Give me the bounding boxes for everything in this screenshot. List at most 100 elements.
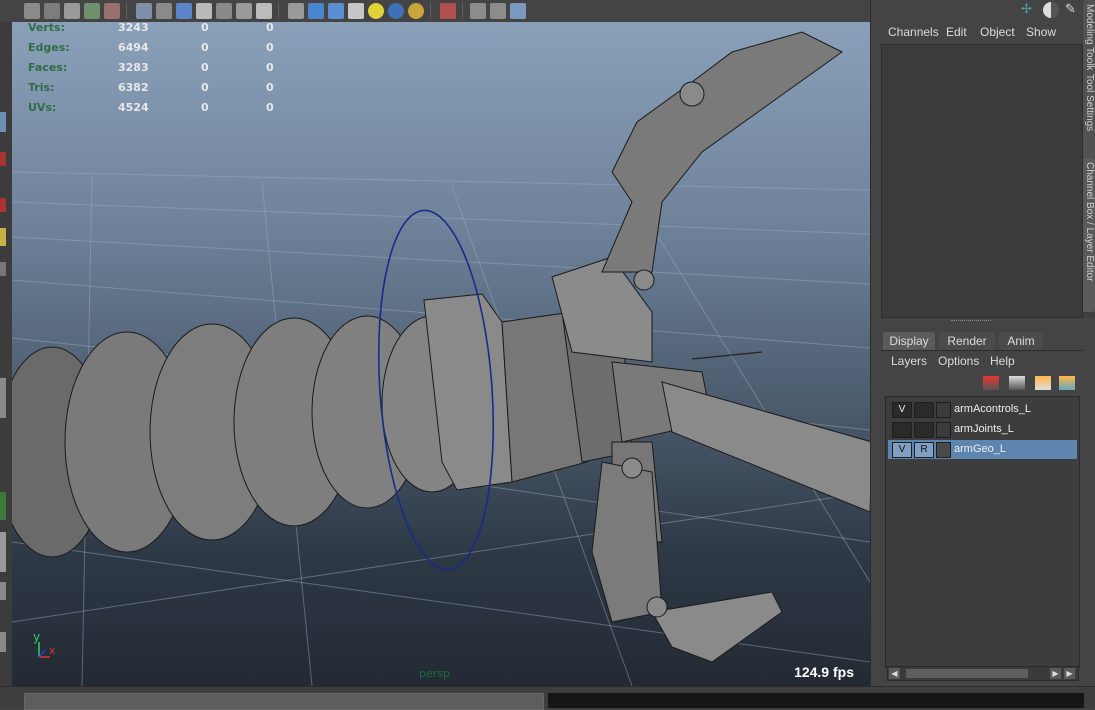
scroll-right-end-icon[interactable]: ▶ bbox=[1064, 668, 1075, 679]
isolate-select-icon[interactable] bbox=[440, 3, 456, 19]
layer-visibility-toggle[interactable]: V bbox=[892, 442, 912, 458]
xray-joints-icon[interactable] bbox=[510, 3, 526, 19]
hud-value: 0 bbox=[266, 101, 274, 114]
command-line-input[interactable] bbox=[24, 693, 544, 710]
tool-icon[interactable] bbox=[0, 112, 6, 132]
hud-label: Verts: bbox=[28, 22, 66, 34]
new-layer-selected-icon[interactable] bbox=[1059, 376, 1075, 390]
settings-icon[interactable]: ✎ bbox=[1065, 2, 1081, 18]
panel-top-icons: ✢ ✎ bbox=[1021, 2, 1081, 20]
layer-visibility-toggle[interactable] bbox=[892, 422, 912, 438]
scrollbar-thumb[interactable] bbox=[906, 669, 1028, 678]
safe-action-icon[interactable] bbox=[236, 3, 252, 19]
tool-icon[interactable] bbox=[0, 632, 6, 652]
axis-icon[interactable]: ✢ bbox=[1021, 2, 1037, 18]
hud-value: 6494 bbox=[118, 41, 149, 54]
hud-value: 0 bbox=[266, 22, 274, 34]
menu-show[interactable]: Show bbox=[1026, 25, 1056, 39]
menu-edit[interactable]: Edit bbox=[946, 25, 967, 39]
hud-label: UVs: bbox=[28, 101, 57, 114]
tool-icon[interactable] bbox=[0, 378, 6, 418]
scroll-left-icon[interactable]: ◀ bbox=[889, 668, 900, 679]
shading-icon[interactable] bbox=[1043, 2, 1059, 18]
panel-splitter[interactable] bbox=[951, 320, 991, 325]
gripper-assembly bbox=[423, 31, 870, 663]
shadows-icon[interactable] bbox=[388, 3, 404, 19]
textured-icon[interactable] bbox=[348, 3, 364, 19]
right-panel: ✢ ✎ Modeling Toolkit Tool Settings Chann… bbox=[870, 0, 1095, 686]
layer-type-toggle[interactable]: R bbox=[914, 442, 934, 458]
tab-channel-box[interactable]: Channel Box / Layer Editor bbox=[1083, 158, 1095, 312]
scroll-right-icon[interactable]: ▶ bbox=[1050, 668, 1061, 679]
layer-visibility-toggle[interactable]: V bbox=[892, 402, 912, 418]
hud-value: 0 bbox=[201, 41, 209, 54]
menu-options[interactable]: Options bbox=[938, 354, 979, 368]
film-gate-icon[interactable] bbox=[156, 3, 172, 19]
tool-icon[interactable] bbox=[0, 492, 6, 520]
hud-value: 0 bbox=[201, 61, 209, 74]
tool-icon[interactable] bbox=[0, 152, 6, 166]
axis-y-label: y bbox=[33, 630, 41, 644]
fps-readout: 124.9 fps bbox=[794, 664, 854, 680]
menu-layers[interactable]: Layers bbox=[891, 354, 927, 368]
wireframe-icon[interactable] bbox=[288, 3, 304, 19]
side-tab-strip: Modeling Toolkit Tool Settings Channel B… bbox=[1082, 0, 1095, 318]
hud-value: 0 bbox=[266, 41, 274, 54]
camera-lock-icon[interactable] bbox=[44, 3, 60, 19]
tab-tool-settings[interactable]: Tool Settings bbox=[1083, 70, 1095, 158]
layer-list: V armAcontrols_L armJoints_L V R armGeo_… bbox=[885, 396, 1080, 668]
new-layer-icon[interactable] bbox=[1035, 376, 1051, 390]
camera-select-icon[interactable] bbox=[24, 3, 40, 19]
scene-render bbox=[12, 31, 870, 686]
bookmark-icon[interactable] bbox=[64, 3, 80, 19]
wireframe-on-shaded-icon[interactable] bbox=[328, 3, 344, 19]
grid-icon[interactable] bbox=[136, 3, 152, 19]
move-layer-up-icon[interactable] bbox=[983, 376, 999, 390]
layer-name: armAcontrols_L bbox=[954, 403, 1032, 415]
tool-icon[interactable] bbox=[0, 262, 6, 276]
field-chart-icon[interactable] bbox=[216, 3, 232, 19]
layer-row-selected[interactable]: V R armGeo_L bbox=[888, 440, 1077, 459]
hud-value: 0 bbox=[266, 81, 274, 94]
3d-viewport[interactable]: Verts: 3243 0 0 Edges: 6494 0 0 Faces: 3… bbox=[12, 22, 870, 686]
tab-display[interactable]: Display bbox=[883, 332, 935, 350]
arm-body-segments bbox=[12, 315, 483, 558]
tool-icon[interactable] bbox=[0, 582, 6, 600]
layer-type-toggle[interactable] bbox=[914, 422, 934, 438]
xray-icon[interactable] bbox=[470, 3, 486, 19]
layer-color-swatch[interactable] bbox=[936, 442, 951, 458]
lights-icon[interactable] bbox=[368, 3, 384, 19]
hud-value: 4524 bbox=[118, 101, 149, 114]
tab-render[interactable]: Render bbox=[939, 332, 995, 350]
xray-active-icon[interactable] bbox=[490, 3, 506, 19]
tab-modeling-toolkit[interactable]: Modeling Toolkit bbox=[1083, 0, 1095, 70]
viewport-toolbar bbox=[0, 0, 870, 23]
layer-color-swatch[interactable] bbox=[936, 422, 951, 438]
menu-channels[interactable]: Channels bbox=[888, 25, 939, 39]
move-layer-down-icon[interactable] bbox=[1009, 376, 1025, 390]
ambient-occlusion-icon[interactable] bbox=[408, 3, 424, 19]
hud-value: 3243 bbox=[118, 22, 149, 34]
layer-type-toggle[interactable] bbox=[914, 402, 934, 418]
layer-horizontal-scrollbar[interactable]: ◀ ▶ ▶ bbox=[887, 666, 1079, 681]
tool-icon[interactable] bbox=[0, 228, 6, 246]
hud-value: 0 bbox=[266, 61, 274, 74]
pivot-line bbox=[691, 351, 763, 360]
tool-icon[interactable] bbox=[0, 198, 6, 212]
channel-box[interactable] bbox=[881, 44, 1083, 318]
tool-icon[interactable] bbox=[0, 532, 6, 572]
resolution-gate-icon[interactable] bbox=[176, 3, 192, 19]
image-plane-icon[interactable] bbox=[84, 3, 100, 19]
layer-row[interactable]: armJoints_L bbox=[888, 420, 1077, 439]
gate-mask-icon[interactable] bbox=[196, 3, 212, 19]
safe-title-icon[interactable] bbox=[256, 3, 272, 19]
2d-pan-icon[interactable] bbox=[104, 3, 120, 19]
menu-help[interactable]: Help bbox=[990, 354, 1015, 368]
smooth-shade-icon[interactable] bbox=[308, 3, 324, 19]
layer-row[interactable]: V armAcontrols_L bbox=[888, 400, 1077, 419]
menu-object[interactable]: Object bbox=[980, 25, 1015, 39]
hud-value: 0 bbox=[201, 81, 209, 94]
layer-color-swatch[interactable] bbox=[936, 402, 951, 418]
tab-anim[interactable]: Anim bbox=[999, 332, 1043, 350]
layer-name: armGeo_L bbox=[954, 443, 1006, 455]
